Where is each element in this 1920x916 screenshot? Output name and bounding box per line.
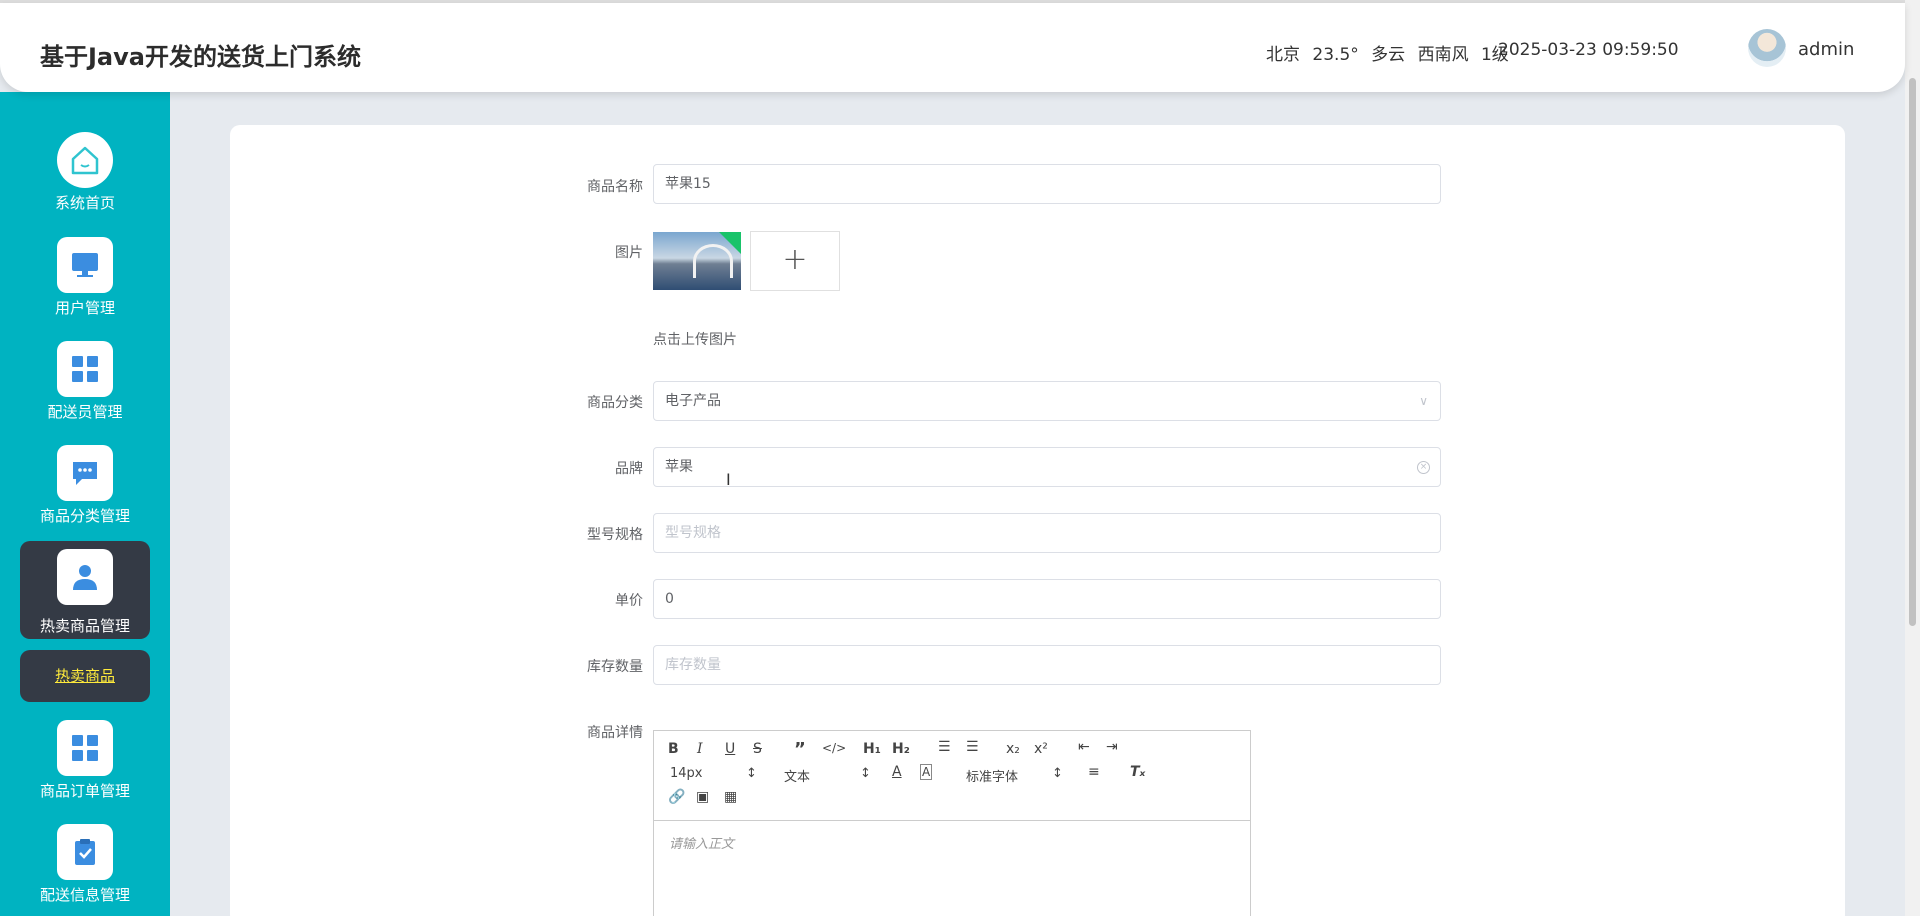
upload-button[interactable]: + <box>750 231 840 291</box>
sidebar-item-label: 配送信息管理 <box>39 886 130 904</box>
model-label: 型号规格 <box>587 527 643 543</box>
app-title: 基于Java开发的送货上门系统 <box>40 43 361 71</box>
stock-input[interactable]: 库存数量 <box>653 645 1441 685</box>
monitor-icon <box>57 237 113 293</box>
sidebar-item-label: 配送员管理 <box>47 403 123 421</box>
price-input[interactable]: 0 <box>653 579 1441 619</box>
detail-label: 商品详情 <box>587 725 643 741</box>
stock-label: 库存数量 <box>587 659 643 675</box>
ordered-list-icon[interactable]: ☰ <box>938 739 951 755</box>
sidebar-item-users[interactable]: 用户管理 <box>20 233 150 331</box>
sidebar-item-label: 系统首页 <box>54 194 115 212</box>
heading2-icon[interactable]: H₂ <box>892 741 910 757</box>
chevron-down-icon: ∨ <box>1419 394 1428 408</box>
image-label: 图片 <box>615 245 643 261</box>
datetime: 2025-03-23 09:59:50 <box>1498 40 1679 60</box>
model-input[interactable]: 型号规格 <box>653 513 1441 553</box>
sidebar-item-label: 用户管理 <box>54 299 115 317</box>
background-color-icon[interactable]: A <box>920 764 933 780</box>
superscript-icon[interactable]: x² <box>1034 741 1048 757</box>
price-label: 单价 <box>615 593 643 609</box>
weather-widget: 北京 23.5° 多云 西南风 1级 <box>1266 40 1516 65</box>
bullet-list-icon[interactable]: ☰ <box>966 739 979 755</box>
user-icon <box>57 549 113 605</box>
code-icon[interactable]: </> <box>822 741 846 755</box>
weather-condition: 多云 <box>1371 45 1406 65</box>
chevron-updown-icon: ↕ <box>860 766 871 781</box>
align-icon[interactable]: ≡ <box>1088 764 1100 780</box>
name-input[interactable]: 苹果15 <box>653 164 1441 204</box>
header-bar: 基于Java开发的送货上门系统 北京 23.5° 多云 西南风 1级 2025-… <box>0 3 1905 92</box>
chevron-updown-icon: ↕ <box>1052 766 1063 781</box>
avatar[interactable] <box>1748 29 1786 67</box>
submenu-item-hot-products[interactable]: 热卖商品 <box>20 650 150 702</box>
video-icon[interactable]: ▦ <box>724 789 737 805</box>
font-color-icon[interactable]: A <box>892 764 902 780</box>
sidebar-item-label: 商品分类管理 <box>39 507 130 525</box>
indent-icon[interactable]: ⇥ <box>1106 739 1118 755</box>
weather-wind: 西南风 <box>1417 45 1469 65</box>
grid-icon <box>57 341 113 397</box>
quote-icon[interactable]: ” <box>794 739 806 760</box>
italic-icon[interactable]: I <box>697 741 703 757</box>
scrollbar[interactable] <box>1905 0 1920 916</box>
grid-icon <box>57 720 113 776</box>
clipboard-icon <box>57 824 113 880</box>
strikethrough-icon[interactable]: S <box>753 741 762 757</box>
clear-icon[interactable]: × <box>1417 461 1430 474</box>
editor-toolbar: B I U S ” </> H₁ H₂ ☰ ☰ x₂ x² ⇤ ⇥ 14px ↕… <box>654 731 1250 821</box>
sidebar-item-orders[interactable]: 商品订单管理 <box>20 716 150 814</box>
font-size-select[interactable]: 14px <box>670 766 703 781</box>
submenu-item-label: 热卖商品 <box>54 667 115 685</box>
name-label: 商品名称 <box>587 179 643 195</box>
text-type-select[interactable]: 文本 <box>784 766 810 785</box>
sidebar-item-label: 商品订单管理 <box>39 782 130 800</box>
username[interactable]: admin <box>1798 39 1854 60</box>
sidebar-item-couriers[interactable]: 配送员管理 <box>20 337 150 435</box>
category-label: 商品分类 <box>587 395 643 411</box>
clear-format-icon[interactable]: Tₓ <box>1130 764 1145 780</box>
image-icon[interactable]: ▣ <box>696 789 709 805</box>
category-select[interactable]: 电子产品 ∨ <box>653 381 1441 421</box>
sidebar-item-label: 热卖商品管理 <box>39 617 130 635</box>
home-icon <box>57 132 113 188</box>
sidebar-item-home[interactable]: 系统首页 <box>20 128 150 226</box>
chevron-updown-icon: ↕ <box>746 766 757 781</box>
brand-value: 苹果 <box>665 459 693 475</box>
editor-content[interactable]: 请输入正文 <box>654 821 1250 864</box>
sidebar-item-categories[interactable]: 商品分类管理 <box>20 441 150 539</box>
outdent-icon[interactable]: ⇤ <box>1078 739 1090 755</box>
brand-input[interactable]: 苹果 × <box>653 447 1441 487</box>
heading1-icon[interactable]: H₁ <box>863 741 881 757</box>
subscript-icon[interactable]: x₂ <box>1006 741 1020 757</box>
upload-hint: 点击上传图片 <box>653 332 737 348</box>
underline-icon[interactable]: U <box>725 741 735 757</box>
brand-label: 品牌 <box>615 461 643 477</box>
sidebar-item-delivery[interactable]: 配送信息管理 <box>20 820 150 916</box>
scrollbar-thumb[interactable] <box>1909 78 1916 626</box>
chat-icon <box>57 445 113 501</box>
uploaded-image[interactable] <box>653 232 741 290</box>
category-value: 电子产品 <box>665 393 721 409</box>
font-family-select[interactable]: 标准字体 <box>966 766 1018 785</box>
bold-icon[interactable]: B <box>668 741 679 757</box>
sidebar-item-hot-products[interactable]: 热卖商品管理 <box>20 541 150 639</box>
rich-text-editor: B I U S ” </> H₁ H₂ ☰ ☰ x₂ x² ⇤ ⇥ 14px ↕… <box>653 730 1251 916</box>
text-cursor-icon: I <box>726 470 731 489</box>
sidebar: 系统首页 用户管理 配送员管理 商品分类管理 热卖商品管理 热卖商品 商品订单管… <box>0 92 170 916</box>
weather-city: 北京 <box>1266 45 1300 65</box>
link-icon[interactable]: 🔗 <box>668 789 685 805</box>
weather-temp: 23.5° <box>1312 45 1359 65</box>
